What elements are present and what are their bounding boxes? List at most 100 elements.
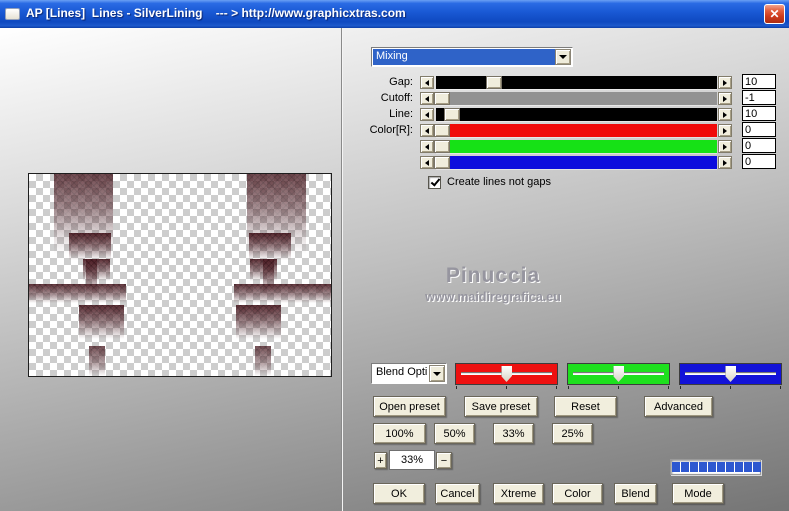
color-button[interactable]: Color xyxy=(552,483,603,504)
progress-segment xyxy=(681,462,689,472)
arrow-left-icon xyxy=(425,111,429,118)
slider-tick xyxy=(668,386,669,389)
green-blend-slider[interactable] xyxy=(567,363,670,385)
zoom-in-button[interactable]: + xyxy=(374,452,387,469)
preview-shape xyxy=(234,284,331,303)
preview-shape xyxy=(236,305,281,339)
slider-tick xyxy=(680,386,681,389)
color-r-slider-right-arrow[interactable] xyxy=(718,124,732,137)
gap-slider-left-arrow[interactable] xyxy=(420,76,434,89)
color-b-slider-left-arrow[interactable] xyxy=(420,156,434,169)
green-blend-thumb[interactable] xyxy=(613,366,624,382)
arrow-left-icon xyxy=(425,95,429,102)
arrow-right-icon xyxy=(723,127,727,134)
ok-button[interactable]: OK xyxy=(373,483,425,504)
zoom-out-button[interactable]: − xyxy=(436,452,452,469)
gap-value-input[interactable] xyxy=(742,74,776,89)
cutoff-slider-track[interactable] xyxy=(434,92,717,105)
progress-segment xyxy=(690,462,698,472)
window-title: AP [Lines] Lines - SilverLining --- > ht… xyxy=(26,6,406,20)
cancel-button[interactable]: Cancel xyxy=(435,483,480,504)
zoom-100-button[interactable]: 100% xyxy=(373,423,426,444)
color-g-slider-track[interactable] xyxy=(434,140,717,153)
mode-button[interactable]: Mode xyxy=(672,483,724,504)
save-preset-button[interactable]: Save preset xyxy=(464,396,538,417)
color-g-slider-thumb[interactable] xyxy=(434,140,450,153)
arrow-right-icon xyxy=(723,143,727,150)
zoom-50-button[interactable]: 50% xyxy=(434,423,475,444)
color-r-slider-thumb[interactable] xyxy=(434,124,450,137)
progress-segment xyxy=(726,462,734,472)
cutoff-slider-left-arrow[interactable] xyxy=(420,92,434,105)
cutoff-slider-right-arrow[interactable] xyxy=(718,92,732,105)
reset-button[interactable]: Reset xyxy=(554,396,617,417)
red-blend-slider[interactable] xyxy=(455,363,558,385)
color-g-slider-label xyxy=(341,140,413,153)
dropdown-arrow-button[interactable] xyxy=(555,49,571,65)
gap-slider-track[interactable] xyxy=(436,76,717,89)
create-lines-checkbox[interactable] xyxy=(428,176,441,189)
blue-blend-slider[interactable] xyxy=(679,363,782,385)
slider-tick xyxy=(780,386,781,389)
line-slider-right-arrow[interactable] xyxy=(718,108,732,121)
dropdown-arrow-button[interactable] xyxy=(429,365,445,382)
color-b-value-input[interactable] xyxy=(742,154,776,169)
open-preset-button[interactable]: Open preset xyxy=(373,396,446,417)
color-r-value-input[interactable] xyxy=(742,122,776,137)
arrow-right-icon xyxy=(723,79,727,86)
color-r-slider-label: Color[R]: xyxy=(369,124,413,136)
title-bar[interactable]: AP [Lines] Lines - SilverLining --- > ht… xyxy=(0,0,789,28)
cutoff-slider-label: Cutoff: xyxy=(380,92,413,104)
arrow-right-icon xyxy=(723,111,727,118)
arrow-right-icon xyxy=(723,159,727,166)
progress-segment xyxy=(699,462,707,472)
cutoff-slider-thumb[interactable] xyxy=(434,92,450,105)
slider-tick xyxy=(456,386,457,389)
color-g-slider-right-arrow[interactable] xyxy=(718,140,732,153)
progress-segment xyxy=(717,462,725,472)
zoom-25-button[interactable]: 25% xyxy=(552,423,593,444)
blend-button[interactable]: Blend xyxy=(614,483,657,504)
color-b-slider-right-arrow[interactable] xyxy=(718,156,732,169)
blend-options-dropdown[interactable]: Blend Opti xyxy=(371,363,447,384)
arrow-left-icon xyxy=(425,127,429,134)
progress-segment xyxy=(753,462,761,472)
slider-tick xyxy=(568,386,569,389)
cutoff-value-input[interactable] xyxy=(742,90,776,105)
advanced-button[interactable]: Advanced xyxy=(644,396,713,417)
progress-segment xyxy=(672,462,680,472)
preview-canvas[interactable] xyxy=(28,173,332,377)
progress-segment xyxy=(735,462,743,472)
close-button[interactable]: ✕ xyxy=(764,4,785,24)
color-b-slider-thumb[interactable] xyxy=(434,156,450,169)
blue-blend-thumb[interactable] xyxy=(725,366,736,382)
arrow-left-icon xyxy=(425,143,429,150)
arrow-left-icon xyxy=(425,79,429,86)
line-slider-left-arrow[interactable] xyxy=(420,108,434,121)
color-r-slider-track[interactable] xyxy=(434,124,717,137)
preview-shape xyxy=(249,233,291,260)
filter-preset-dropdown[interactable]: Mixing xyxy=(371,47,573,67)
dialog-body: Mixing Gap: Cutoff: Line: Color[R]: xyxy=(0,28,789,511)
app-icon xyxy=(5,8,20,20)
line-slider-track[interactable] xyxy=(436,108,717,121)
preview-shape xyxy=(255,346,271,376)
red-blend-thumb[interactable] xyxy=(501,366,512,382)
xtreme-button[interactable]: Xtreme xyxy=(493,483,544,504)
gap-slider-thumb[interactable] xyxy=(486,76,502,89)
color-b-slider-track[interactable] xyxy=(434,156,717,169)
gap-slider-label: Gap: xyxy=(389,76,413,88)
gap-slider-right-arrow[interactable] xyxy=(718,76,732,89)
progress-bar xyxy=(670,459,761,475)
color-b-slider-label xyxy=(341,156,413,169)
progress-segment xyxy=(744,462,752,472)
zoom-33-button[interactable]: 33% xyxy=(493,423,534,444)
slider-tick xyxy=(506,386,507,389)
progress-segment xyxy=(708,462,716,472)
color-r-slider-left-arrow[interactable] xyxy=(420,124,434,137)
color-g-value-input[interactable] xyxy=(742,138,776,153)
line-slider-thumb[interactable] xyxy=(444,108,460,121)
line-value-input[interactable] xyxy=(742,106,776,121)
preview-totem-right xyxy=(29,174,331,376)
color-g-slider-left-arrow[interactable] xyxy=(420,140,434,153)
